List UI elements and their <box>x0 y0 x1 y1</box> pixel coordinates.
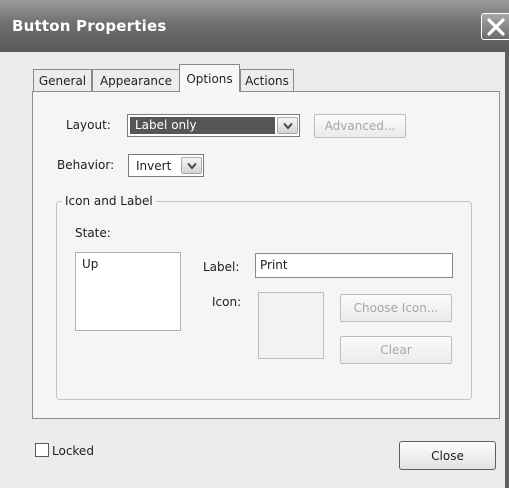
tab-actions[interactable]: Actions <box>240 69 294 91</box>
tab-label: Actions <box>245 73 289 88</box>
tab-label: Appearance <box>99 73 173 88</box>
window-border <box>505 52 509 488</box>
label-field-label: Label: <box>203 260 240 274</box>
icon-preview <box>258 292 324 359</box>
tab-appearance[interactable]: Appearance <box>92 69 180 91</box>
close-icon <box>486 17 505 36</box>
tab-general[interactable]: General <box>33 69 92 91</box>
chevron-down-icon <box>186 162 197 170</box>
layout-select[interactable]: Label only <box>127 114 300 137</box>
advanced-button[interactable]: Advanced... <box>314 114 406 138</box>
advanced-button-label: Advanced... <box>324 119 396 133</box>
icon-label: Icon: <box>212 295 242 309</box>
group-title: Icon and Label <box>62 194 156 208</box>
clear-button-label: Clear <box>380 343 412 357</box>
state-label: State: <box>75 226 111 240</box>
state-list[interactable]: Up <box>75 252 181 331</box>
tab-label: General <box>38 73 87 88</box>
behavior-selected-value: Invert <box>136 159 172 173</box>
locked-checkbox[interactable] <box>35 443 49 457</box>
tab-options[interactable]: Options <box>179 64 240 92</box>
label-input[interactable]: Print <box>255 253 453 278</box>
layout-selected-value: Label only <box>130 117 275 134</box>
choose-icon-button-label: Choose Icon... <box>353 301 439 315</box>
clear-button[interactable]: Clear <box>340 336 452 364</box>
locked-label: Locked <box>52 444 94 458</box>
behavior-label: Behavior: <box>57 158 115 172</box>
tab-label: Options <box>186 71 233 86</box>
list-item[interactable]: Up <box>82 257 98 271</box>
window-title: Button Properties <box>12 17 167 35</box>
close-button[interactable]: Close <box>399 441 496 470</box>
behavior-dropdown-button[interactable] <box>181 157 202 174</box>
layout-label: Layout: <box>66 118 111 132</box>
close-window-button[interactable] <box>481 13 509 40</box>
layout-dropdown-button[interactable] <box>277 117 298 134</box>
behavior-select[interactable]: Invert <box>128 154 204 177</box>
close-button-label: Close <box>431 448 464 463</box>
choose-icon-button[interactable]: Choose Icon... <box>340 294 452 322</box>
chevron-down-icon <box>282 122 293 130</box>
